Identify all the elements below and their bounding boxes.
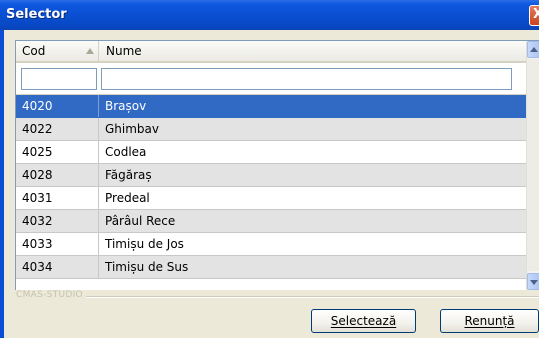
column-header-nume-label: Nume (106, 44, 142, 58)
close-button[interactable]: X (529, 5, 539, 26)
table-row[interactable]: 4020 Brașov (16, 95, 526, 118)
cancel-button[interactable]: Renunță (440, 309, 539, 333)
cell-nume: Făgăraș (105, 168, 152, 182)
select-button[interactable]: Selectează (311, 309, 416, 333)
table-row[interactable]: 4031 Predeal (16, 187, 526, 210)
table-row[interactable]: 4028 Făgăraș (16, 164, 526, 187)
filter-nume-input[interactable] (101, 68, 512, 90)
cell-cod: 4031 (16, 187, 99, 209)
cell-cod: 4033 (16, 233, 99, 255)
grid-header: Cod Nume (16, 41, 526, 63)
scroll-track[interactable] (527, 59, 539, 271)
scroll-up-button[interactable] (527, 41, 539, 58)
table-row[interactable]: 4022 Ghimbav (16, 118, 526, 141)
table-row[interactable]: 4025 Codlea (16, 141, 526, 164)
selector-window: Selector X Cod Nume 4020 Brașov 4 (0, 0, 539, 338)
close-icon: X (533, 7, 539, 22)
column-header-cod-label: Cod (22, 44, 46, 58)
table-row[interactable]: 4032 Pârâul Rece (16, 210, 526, 233)
selector-grid: Cod Nume 4020 Brașov 4022 Ghimbav 4025 C… (15, 40, 539, 290)
cell-cod: 4020 (16, 95, 99, 117)
cell-nume: Brașov (105, 99, 147, 113)
filter-row (16, 63, 526, 95)
cell-cod: 4034 (16, 256, 99, 278)
title-bar[interactable]: Selector X (0, 0, 539, 30)
chevron-down-icon (530, 280, 538, 285)
vertical-scrollbar[interactable] (526, 41, 539, 290)
cell-nume: Timișu de Jos (105, 237, 184, 251)
select-button-label: Selectează (330, 313, 397, 328)
cell-cod: 4032 (16, 210, 99, 232)
table-row[interactable]: 4034 Timișu de Sus (16, 256, 526, 279)
cell-cod: 4025 (16, 141, 99, 163)
table-row[interactable]: 4033 Timișu de Jos (16, 233, 526, 256)
window-title: Selector (6, 7, 67, 22)
cell-nume: Pârâul Rece (105, 214, 176, 228)
cell-nume: Codlea (105, 145, 147, 159)
window-frame-left (0, 30, 4, 338)
cell-nume: Ghimbav (105, 122, 159, 136)
column-header-nume[interactable]: Nume (100, 41, 526, 61)
cell-nume: Timișu de Sus (105, 260, 189, 274)
separator-line (86, 296, 539, 298)
filter-cod-input[interactable] (21, 68, 97, 90)
cell-nume: Predeal (105, 191, 150, 205)
sort-ascending-icon (86, 48, 94, 54)
column-header-cod[interactable]: Cod (16, 41, 99, 61)
chevron-up-icon (530, 47, 538, 52)
cell-cod: 4028 (16, 164, 99, 186)
cell-cod: 4022 (16, 118, 99, 140)
cancel-button-label: Renunță (464, 313, 515, 328)
brand-watermark: CMAS-STUDIO (16, 290, 83, 300)
scroll-down-button[interactable] (527, 273, 539, 290)
